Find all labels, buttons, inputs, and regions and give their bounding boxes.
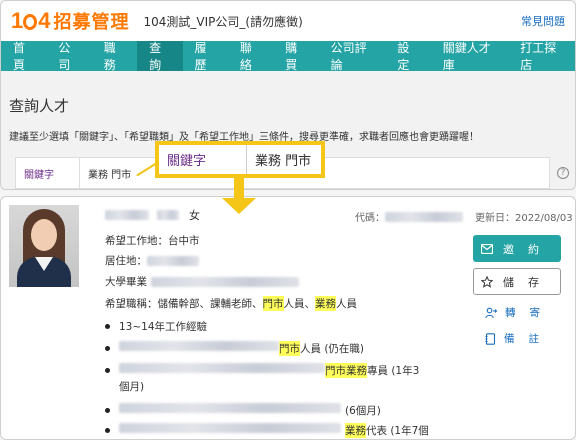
experience-blurred [119,423,341,433]
down-arrow-icon [234,178,244,200]
experience-highlight: 業務 [345,423,366,438]
nav-resumes[interactable]: 履歷 [183,41,228,72]
down-arrow-head-icon [222,198,256,214]
nav-search[interactable]: 查詢 [137,41,183,72]
candidate-name-row: 女 [105,207,200,223]
note-icon [485,332,496,345]
invite-button[interactable]: 邀約 [473,235,561,262]
experience-blurred [119,403,341,413]
experience-item: 門市業務 專員 (1年3 [105,363,419,378]
callout-value: 業務 門市 [255,154,312,169]
save-label: 儲存 [503,275,553,289]
callout-label: 關鍵字 [159,145,247,174]
faq-link[interactable]: 常見問題 [521,13,565,29]
desired-jobs-mid: 人員、 [283,298,316,310]
nav-contact[interactable]: 聯絡 [228,41,273,72]
candidate-age-blurred [157,210,179,220]
forward-user-icon [485,307,497,318]
candidate-name-blurred[interactable] [105,210,149,220]
education: 大學畢業 [105,274,299,289]
desired-location: 希望工作地：台中市 [105,235,200,247]
updated-date: 更新日：2022/08/03 [475,213,573,224]
experience-blurred [119,363,325,373]
experience-highlight: 門市 [279,341,300,356]
invite-label: 邀約 [503,242,553,256]
avatar[interactable] [9,205,79,287]
education-label: 大學畢業 [105,276,147,288]
candidate-card: 女 代碼： 更新日：2022/08/03 希望工作地：台中市 居住地： 大學畢業… [0,196,576,440]
star-icon [481,275,493,288]
keyword-input[interactable]: 業務 門市 [80,166,131,181]
top-bar: 14 招募管理 104測試_VIP公司_(請勿應徵) 常見問題 [1,1,575,41]
keyword-label: 關鍵字 [16,158,80,188]
save-button[interactable]: 儲存 [473,268,561,295]
nav-store-visit[interactable]: 打工探店 [508,41,575,72]
residence-blurred [147,255,199,266]
experience-title: 專員 (1年3 [367,365,420,377]
experience-item: 門市 人員 (仍在職) [105,341,364,356]
desired-jobs-suffix: 人員 [336,298,357,310]
help-icon[interactable]: ? [557,167,569,179]
logo-text: 招募管理 [53,12,130,33]
experience-title: 人員 (仍在職) [300,343,365,355]
company-name: 104測試_VIP公司_(請勿應徵) [143,14,303,29]
experience-item: 業務 代表 (1年7個 [105,423,429,438]
keyword-callout: 關鍵字 業務 門市 [155,141,325,178]
main-nav: 首頁 公司 職務 查詢 履歷 聯絡 購買 公司評論 設定 關鍵人才庫 打工探店 [1,41,575,72]
nav-home[interactable]: 首頁 [1,41,46,72]
desired-jobs: 希望職稱：儲備幹部、課輔老師、 門市 人員、 業務 人員 [105,296,357,311]
experience-summary: 13~14年工作經驗 [105,319,207,334]
note-label: 備註 [504,333,553,345]
desired-jobs-highlight-sales: 業務 [315,296,336,311]
desired-jobs-highlight-store: 門市 [262,296,284,311]
forward-label: 轉寄 [505,307,554,319]
code-label: 代碼： [355,213,385,224]
logo-number: 14 [11,8,50,33]
education-blurred [151,276,299,287]
experience-title: (6個月) [345,405,381,417]
candidate-gender: 女 [189,209,200,222]
note-link[interactable]: 備註 [485,331,553,346]
residence: 居住地： [105,253,199,268]
desired-jobs-prefix: 希望職稱：儲備幹部、課輔老師、 [105,298,263,310]
residence-label: 居住地： [105,255,147,267]
forward-link[interactable]: 轉寄 [485,305,554,320]
experience-title: 代表 (1年7個 [366,425,429,437]
page-title: 查詢人才 [9,97,70,115]
experience-continued: 個月) [119,381,145,393]
nav-jobs[interactable]: 職務 [92,41,137,72]
nav-purchase[interactable]: 購買 [273,41,318,72]
candidate-code-blurred [385,211,463,222]
experience-blurred [119,341,279,351]
nav-settings[interactable]: 設定 [385,41,430,72]
candidate-code-row: 代碼： 更新日：2022/08/03 [355,209,573,224]
nav-key-talent[interactable]: 關鍵人才庫 [431,41,508,72]
experience-item: (6個月) [105,403,381,418]
logo[interactable]: 14 招募管理 [11,8,130,34]
mail-icon [481,243,493,254]
experience-summary-text: 13~14年工作經驗 [119,321,208,333]
experience-highlight: 門市業務 [325,363,367,378]
nav-company-reviews[interactable]: 公司評論 [319,41,386,72]
nav-company[interactable]: 公司 [46,41,91,72]
